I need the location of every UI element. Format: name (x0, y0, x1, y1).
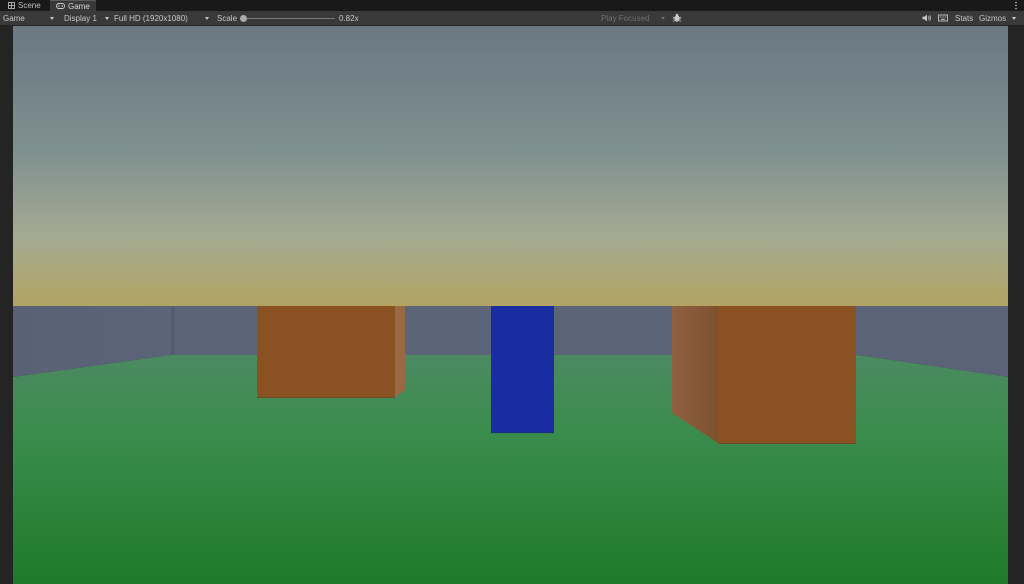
tab-game-label: Game (68, 1, 90, 11)
orange-cube-left-side (395, 306, 405, 397)
orange-cube-right (718, 306, 856, 443)
game-viewport[interactable] (13, 26, 1008, 584)
chevron-down-icon (105, 17, 109, 20)
scale-value: 0.82x (339, 13, 359, 23)
resolution-dropdown[interactable]: Full HD (1920x1080) (114, 11, 211, 25)
gizmos-dropdown[interactable]: Gizmos (979, 11, 1021, 25)
scale-slider-handle[interactable] (240, 15, 247, 22)
scale-label: Scale (217, 13, 238, 23)
keyboard-icon[interactable] (938, 14, 948, 24)
tab-bar: Scene Game (0, 0, 1024, 11)
tab-game[interactable]: Game (50, 0, 96, 11)
sky (13, 26, 1008, 306)
chevron-down-icon (50, 17, 54, 20)
chevron-down-icon (205, 17, 209, 20)
game-window: Scene Game Game Display 1 Full HD (1920x… (0, 0, 1024, 584)
gamepad-icon (56, 3, 65, 9)
speaker-icon[interactable] (922, 14, 932, 24)
resolution-value: Full HD (1920x1080) (114, 13, 188, 23)
tab-scene-label: Scene (18, 1, 41, 10)
play-focused-value: Play Focused (601, 13, 650, 23)
game-toolbar: Game Display 1 Full HD (1920x1080) Scale… (0, 11, 1024, 26)
game-mode-dropdown[interactable]: Game (3, 11, 57, 25)
chevron-down-icon (661, 17, 665, 20)
blue-pillar (491, 306, 554, 432)
chevron-down-icon (1012, 17, 1016, 20)
bug-icon[interactable] (672, 13, 682, 25)
display-value: Display 1 (64, 13, 97, 23)
scale-slider-track[interactable] (243, 18, 335, 19)
tab-scene[interactable]: Scene (2, 0, 47, 11)
grid-icon (8, 2, 15, 9)
orange-cube-left (257, 306, 395, 397)
display-dropdown[interactable]: Display 1 (64, 11, 110, 25)
more-options-icon[interactable] (1014, 1, 1018, 10)
game-mode-value: Game (3, 13, 25, 23)
stats-button[interactable]: Stats (955, 11, 973, 25)
gizmos-label: Gizmos (979, 13, 1007, 23)
left-wall-edge (171, 306, 175, 355)
play-focused-dropdown[interactable]: Play Focused (601, 11, 667, 25)
